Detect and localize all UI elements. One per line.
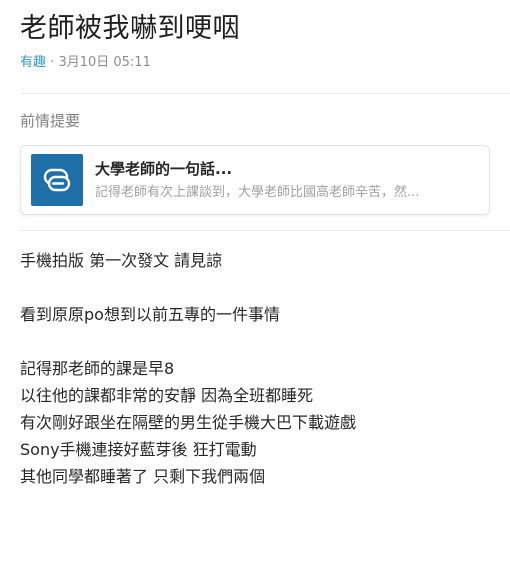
content-line: 其他同學都睡著了 只剩下我們兩個 [20,467,266,486]
content-line [20,328,510,355]
previous-section-label: 前情提要 [20,112,81,130]
post-container: 老師被我嚇到哽咽 有趣 · 3月10日 05:11 前情提要 大學老師的一句話.… [20,0,510,490]
previous-post-text: 大學老師的一句話... 記得老師有次上課談到，大學老師比國高老師辛苦，然... [95,158,479,202]
post-title: 老師被我嚇到哽咽 [20,13,240,44]
divider [20,230,510,231]
content-line: Sony手機連接好藍芽後 狂打電動 [20,440,257,459]
content-line: 看到原原po想到以前五專的一件事情 [20,305,280,324]
link-icon [31,154,83,206]
content-line [20,274,510,301]
previous-post-excerpt: 記得老師有次上課談到，大學老師比國高老師辛苦，然... [95,185,420,200]
post-meta: 有趣 · 3月10日 05:11 [20,54,510,72]
divider [20,93,510,94]
content-line: 以往他的課都非常的安靜 因為全班都睡死 [20,386,314,405]
content-line: 記得那老師的課是早8 [20,359,175,378]
post-datetime: 3月10日 05:11 [58,55,151,70]
previous-post-card[interactable]: 大學老師的一句話... 記得老師有次上課談到，大學老師比國高老師辛苦，然... [20,145,490,215]
content-line: 有次剛好跟坐在隔壁的男生從手機大巴下載遊戲 [20,413,357,432]
post-content: 手機拍版 第一次發文 請見諒 看到原原po想到以前五專的一件事情 記得那老師的課… [20,247,510,490]
content-line: 手機拍版 第一次發文 請見諒 [20,251,223,270]
previous-post-title: 大學老師的一句話... [95,160,233,178]
meta-separator: · [50,55,55,70]
forum-link[interactable]: 有趣 [20,55,46,70]
